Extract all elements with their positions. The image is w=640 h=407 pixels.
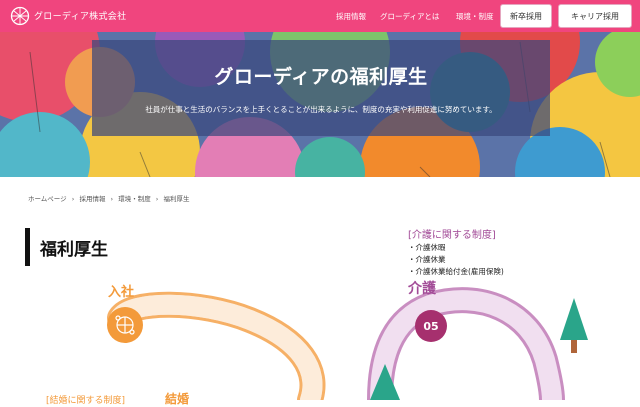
section-title: 福利厚生 [40,240,108,260]
join-label: 入社 [108,285,135,300]
life-path-illustration [107,287,588,400]
care-system-heading: [介護に関する制度] [408,230,496,241]
step-badge-05: 05 [415,310,447,342]
list-item: ・介護休暇 [408,243,446,252]
list-item: ・介護休業 [408,255,446,264]
care-label: 介護 [408,281,436,297]
marriage-label: 結婚 [165,392,190,406]
list-item: ・介護休業給付金(雇用保険) [408,267,504,276]
purple-path-inner [370,290,562,400]
section-title-bar [25,228,30,266]
care-system-list: ・介護休暇 ・介護休業 ・介護休業給付金(雇用保険) [408,242,504,278]
tree-icon [560,298,588,353]
